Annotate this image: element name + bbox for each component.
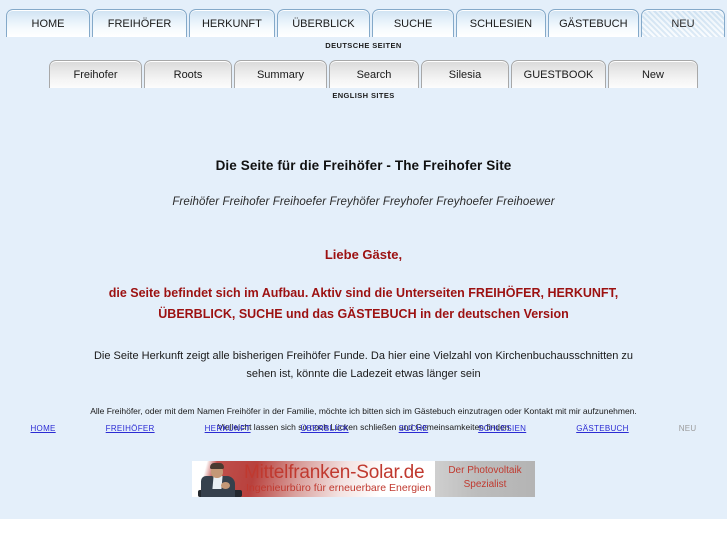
notice-line-2: ÜBERBLICK, SUCHE und das GÄSTEBUCH in de… [158, 307, 569, 321]
banner-ad-left-panel: Mittelfranken-Solar.de Ingenieurbüro für… [192, 461, 435, 497]
banner-ad-tagline: Der Photovoltaik Spezialist [435, 464, 535, 492]
tab-english-summary[interactable]: Summary [234, 60, 327, 88]
page-subtitle: Freihöfer Freihofer Freihoefer Freyhöfer… [172, 196, 555, 208]
tab-english-silesia[interactable]: Silesia [421, 60, 509, 88]
tab-english-freihofer[interactable]: Freihofer [49, 60, 142, 88]
invitation-paragraph-line-1: Alle Freihöfer, oder mit dem Namen Freih… [90, 406, 637, 416]
tab-english-new[interactable]: New [608, 60, 698, 88]
banner-ad-right-panel: Der Photovoltaik Spezialist [435, 461, 535, 497]
footer-link-row: HOME FREIHÖFER HERKUNFT ÜBERBLICK SUCHE SCHLE… [0, 424, 727, 433]
german-nav-caption: DEUTSCHE SEITEN [325, 41, 402, 50]
banner-person-photo [196, 461, 242, 497]
banner-ad-tagline-line-1: Der Photovoltaik [448, 465, 522, 476]
tab-english-guestbook[interactable]: GUESTBOOK [511, 60, 606, 88]
banner-ad-tagline-line-2: Spezialist [463, 479, 507, 490]
footer-link-herkunft[interactable]: HERKUNFT [205, 424, 251, 433]
footer-link-schlesien[interactable]: SCHLESIEN [478, 424, 526, 433]
footer-link--berblick[interactable]: ÜBERBLICK [301, 424, 349, 433]
german-nav-tabbar: HOME FREIHÖFER HERKUNFT ÜBERBLICK SUCHE SCHLE… [0, 6, 727, 37]
tab-english-roots[interactable]: Roots [144, 60, 232, 88]
footer-link-suche[interactable]: SUCHE [399, 424, 429, 433]
main-content: Die Seite für die Freihöfer - The Freiho… [0, 130, 727, 435]
page-root: HOME FREIHÖFER HERKUNFT ÜBERBLICK SUCHE SCHLE… [0, 0, 727, 545]
info-paragraph: Die Seite Herkunft zeigt alle bisherigen… [0, 325, 727, 383]
tab-german-g-stebuch[interactable]: GÄSTEBUCH [547, 9, 639, 37]
tab-english-search[interactable]: Search [329, 60, 419, 88]
banner-ad[interactable]: Mittelfranken-Solar.de Ingenieurbüro für… [192, 461, 535, 497]
banner-ad-title: Mittelfranken-Solar.de [244, 462, 425, 483]
tab-german-herkunft[interactable]: HERKUNFT [188, 9, 275, 37]
banner-ad-subtitle: Ingenieurbüro für erneuerbare Energien [246, 482, 432, 494]
notice-line-1: die Seite befindet sich im Aufbau. Aktiv… [108, 286, 619, 300]
tab-german-neu: NEU [640, 9, 725, 37]
tab-german-schlesien[interactable]: SCHLESIEN [456, 9, 546, 37]
tab-german-freih-fer[interactable]: FREIHÖFER [92, 9, 187, 37]
info-paragraph-line-2: sehen ist, könnte die Ladezeit etwas län… [246, 368, 481, 380]
tab-german--berblick[interactable]: ÜBERBLICK [276, 9, 370, 37]
greeting-text: Liebe Gäste, [324, 247, 403, 262]
footer-link-g-stebuch[interactable]: GÄSTEBUCH [576, 424, 629, 433]
tab-german-home[interactable]: HOME [6, 9, 91, 37]
english-nav-caption: ENGLISH SITES [332, 91, 395, 100]
english-nav-tabbar: Freihofer Roots Summary Search Silesia GUESTB… [0, 57, 727, 88]
tab-german-suche[interactable]: SUCHE [371, 9, 455, 37]
footer-link-home[interactable]: HOME [30, 424, 55, 433]
person-hair-shape [210, 463, 224, 469]
person-hand-shape [221, 482, 230, 489]
info-paragraph-line-1: Die Seite Herkunft zeigt alle bisherigen… [93, 350, 634, 362]
footer-link-neu: NEU [678, 424, 697, 433]
notice-text: die Seite befindet sich im Aufbau. Aktiv… [0, 262, 727, 325]
page-title: Die Seite für die Freihöfer - The Freiho… [215, 158, 512, 173]
footer-link-freih-fer[interactable]: FREIHÖFER [106, 424, 155, 433]
